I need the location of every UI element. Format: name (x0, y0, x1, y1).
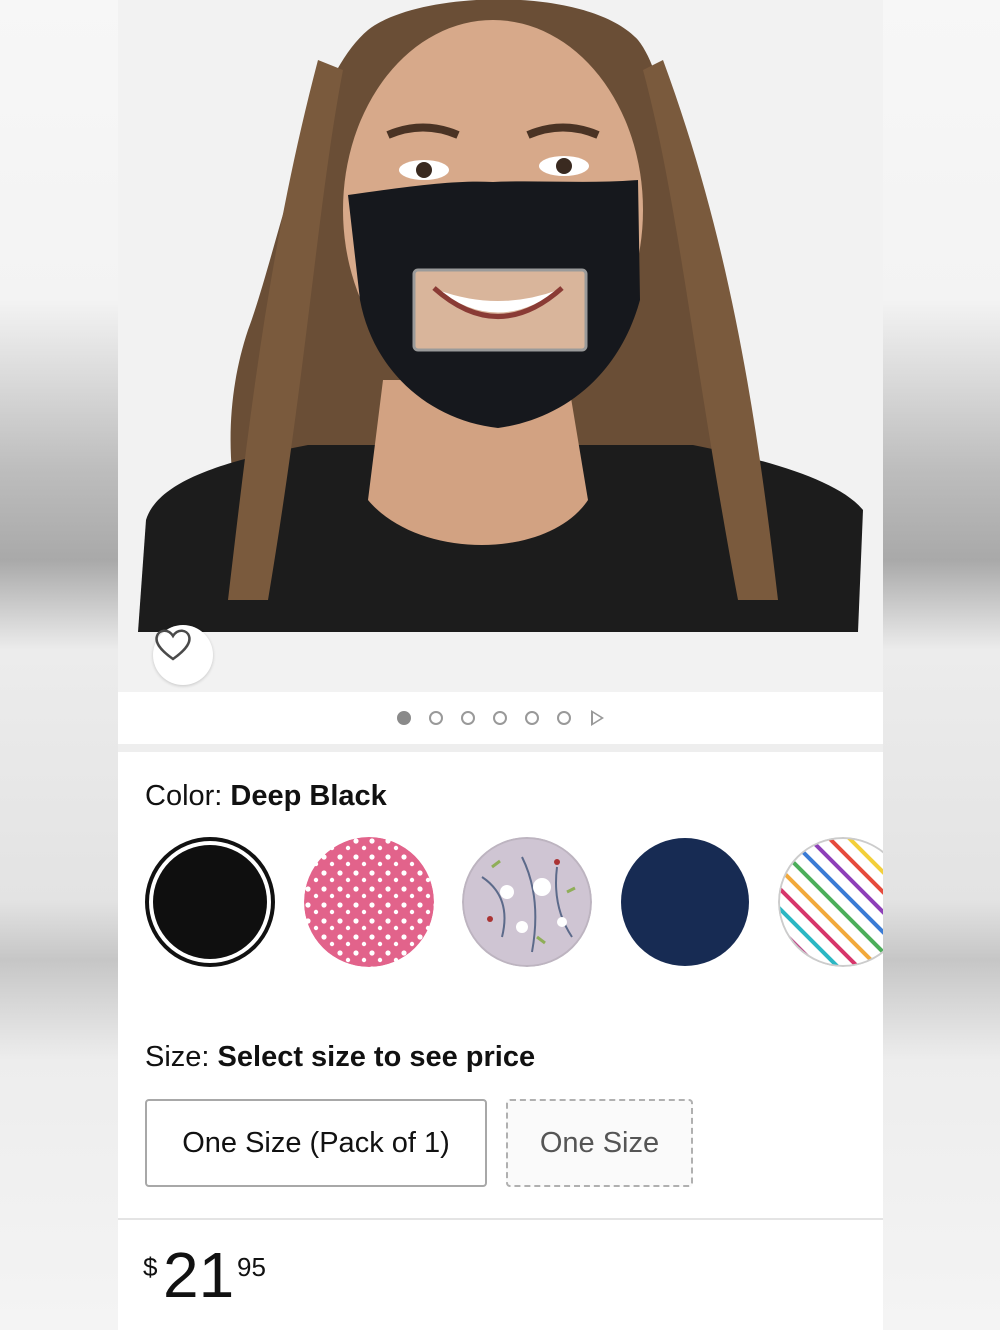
selected-size: Select size to see price (217, 1041, 536, 1073)
pager-dot[interactable] (557, 711, 571, 725)
product-image-gallery[interactable] (118, 0, 883, 692)
color-label: Color: (145, 780, 223, 812)
pager-dot[interactable] (493, 711, 507, 725)
color-swatch-pink-dots[interactable] (304, 837, 434, 967)
price-whole: 21 (163, 1239, 235, 1311)
floral-pattern (462, 837, 592, 967)
section-divider (118, 744, 883, 752)
color-swatch-stripes[interactable] (778, 837, 883, 967)
product-page: Color: Deep Black Size: Select size to s… (118, 0, 883, 1330)
play-triangle-icon[interactable] (591, 710, 604, 726)
pink-dots-pattern (304, 837, 434, 967)
size-label: Size: (145, 1041, 210, 1073)
product-photo[interactable] (118, 0, 883, 692)
pager-dot[interactable] (397, 711, 411, 725)
navy-fill (621, 838, 749, 966)
color-swatch-deep-black[interactable] (145, 837, 275, 967)
color-swatch-floral[interactable] (462, 837, 592, 967)
wishlist-button[interactable] (153, 625, 213, 685)
heart-outline-icon (155, 629, 191, 661)
color-label-row: Color: Deep Black (145, 780, 387, 813)
price-currency: $ (143, 1252, 158, 1282)
size-option-pack-of-1[interactable]: One Size (Pack of 1) (145, 1099, 487, 1187)
swatch-fill (153, 845, 267, 959)
size-label-row: Size: Select size to see price (145, 1041, 535, 1074)
stripes-pattern (778, 837, 883, 967)
color-swatch-navy[interactable] (620, 837, 750, 967)
price-fraction: 95 (237, 1252, 266, 1282)
selected-color: Deep Black (230, 780, 387, 812)
size-option-one-size[interactable]: One Size (506, 1099, 693, 1187)
pager-dot[interactable] (525, 711, 539, 725)
pager-dot[interactable] (429, 711, 443, 725)
image-pager[interactable] (118, 692, 883, 744)
price-divider (118, 1218, 883, 1220)
pager-dot[interactable] (461, 711, 475, 725)
